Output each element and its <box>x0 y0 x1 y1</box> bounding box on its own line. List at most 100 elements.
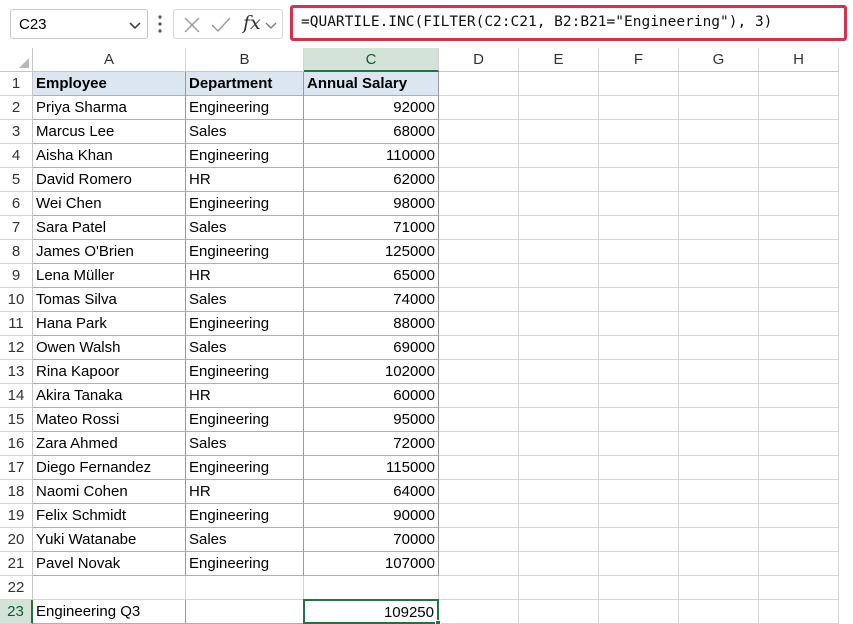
cell-c2[interactable]: 92000 <box>304 96 439 120</box>
row-header-10[interactable]: 10 <box>0 288 33 312</box>
cell-g14[interactable] <box>679 384 759 408</box>
cell-c18[interactable]: 64000 <box>304 480 439 504</box>
cell-b19[interactable]: Engineering <box>186 504 304 528</box>
row-header-4[interactable]: 4 <box>0 144 33 168</box>
cell-a4[interactable]: Aisha Khan <box>33 144 186 168</box>
cell-g17[interactable] <box>679 456 759 480</box>
cell-e11[interactable] <box>519 312 599 336</box>
cell-b5[interactable]: HR <box>186 168 304 192</box>
row-header-2[interactable]: 2 <box>0 96 33 120</box>
cell-f19[interactable] <box>599 504 679 528</box>
row-header-22[interactable]: 22 <box>0 576 33 600</box>
cell-g19[interactable] <box>679 504 759 528</box>
column-header-e[interactable]: E <box>519 48 599 72</box>
cell-h20[interactable] <box>759 528 839 552</box>
cell-b12[interactable]: Sales <box>186 336 304 360</box>
cell-a15[interactable]: Mateo Rossi <box>33 408 186 432</box>
check-icon[interactable] <box>210 15 232 35</box>
cell-a3[interactable]: Marcus Lee <box>33 120 186 144</box>
cell-f7[interactable] <box>599 216 679 240</box>
cell-c4[interactable]: 110000 <box>304 144 439 168</box>
cell-c9[interactable]: 65000 <box>304 264 439 288</box>
cell-b18[interactable]: HR <box>186 480 304 504</box>
cell-d12[interactable] <box>439 336 519 360</box>
cell-g13[interactable] <box>679 360 759 384</box>
fill-handle[interactable] <box>435 620 441 624</box>
cell-b7[interactable]: Sales <box>186 216 304 240</box>
cell-e20[interactable] <box>519 528 599 552</box>
cell-a19[interactable]: Felix Schmidt <box>33 504 186 528</box>
cell-a13[interactable]: Rina Kapoor <box>33 360 186 384</box>
cell-f23[interactable] <box>599 600 679 624</box>
row-header-16[interactable]: 16 <box>0 432 33 456</box>
cell-g11[interactable] <box>679 312 759 336</box>
cell-e21[interactable] <box>519 552 599 576</box>
cell-e14[interactable] <box>519 384 599 408</box>
cell-b22[interactable] <box>186 576 304 600</box>
cell-e19[interactable] <box>519 504 599 528</box>
formula-input[interactable]: =QUARTILE.INC(FILTER(C2:C21, B2:B21="Eng… <box>290 5 847 41</box>
cell-b17[interactable]: Engineering <box>186 456 304 480</box>
row-header-3[interactable]: 3 <box>0 120 33 144</box>
cell-d13[interactable] <box>439 360 519 384</box>
insert-function-icon[interactable]: fx <box>243 12 261 34</box>
row-header-17[interactable]: 17 <box>0 456 33 480</box>
row-header-19[interactable]: 19 <box>0 504 33 528</box>
cell-a18[interactable]: Naomi Cohen <box>33 480 186 504</box>
cell-a12[interactable]: Owen Walsh <box>33 336 186 360</box>
chevron-down-icon[interactable] <box>127 17 143 33</box>
cell-a8[interactable]: James O'Brien <box>33 240 186 264</box>
cell-h1[interactable] <box>759 72 839 96</box>
cell-a14[interactable]: Akira Tanaka <box>33 384 186 408</box>
cell-d5[interactable] <box>439 168 519 192</box>
cell-d19[interactable] <box>439 504 519 528</box>
cell-d3[interactable] <box>439 120 519 144</box>
cell-c19[interactable]: 90000 <box>304 504 439 528</box>
row-header-21[interactable]: 21 <box>0 552 33 576</box>
row-header-23[interactable]: 23 <box>0 600 33 624</box>
chevron-down-icon[interactable] <box>264 15 278 35</box>
column-header-f[interactable]: F <box>599 48 679 72</box>
cell-f5[interactable] <box>599 168 679 192</box>
cell-h16[interactable] <box>759 432 839 456</box>
cell-e2[interactable] <box>519 96 599 120</box>
cell-d23[interactable] <box>439 600 519 624</box>
cell-d10[interactable] <box>439 288 519 312</box>
row-header-13[interactable]: 13 <box>0 360 33 384</box>
cell-e23[interactable] <box>519 600 599 624</box>
cell-h18[interactable] <box>759 480 839 504</box>
cell-c12[interactable]: 69000 <box>304 336 439 360</box>
cell-g18[interactable] <box>679 480 759 504</box>
cell-g20[interactable] <box>679 528 759 552</box>
cell-d4[interactable] <box>439 144 519 168</box>
cell-e5[interactable] <box>519 168 599 192</box>
cell-g7[interactable] <box>679 216 759 240</box>
row-header-6[interactable]: 6 <box>0 192 33 216</box>
cell-e10[interactable] <box>519 288 599 312</box>
column-header-g[interactable]: G <box>679 48 759 72</box>
cell-a2[interactable]: Priya Sharma <box>33 96 186 120</box>
cell-e4[interactable] <box>519 144 599 168</box>
cell-g10[interactable] <box>679 288 759 312</box>
column-header-c[interactable]: C <box>304 48 439 72</box>
row-header-20[interactable]: 20 <box>0 528 33 552</box>
cell-e1[interactable] <box>519 72 599 96</box>
cell-g4[interactable] <box>679 144 759 168</box>
cell-h6[interactable] <box>759 192 839 216</box>
cell-f22[interactable] <box>599 576 679 600</box>
cell-g5[interactable] <box>679 168 759 192</box>
cell-b4[interactable]: Engineering <box>186 144 304 168</box>
cell-e18[interactable] <box>519 480 599 504</box>
cell-c1[interactable]: Annual Salary <box>304 72 439 96</box>
cell-f8[interactable] <box>599 240 679 264</box>
cell-f10[interactable] <box>599 288 679 312</box>
cell-f1[interactable] <box>599 72 679 96</box>
cell-e9[interactable] <box>519 264 599 288</box>
cell-g9[interactable] <box>679 264 759 288</box>
cell-b16[interactable]: Sales <box>186 432 304 456</box>
cell-g21[interactable] <box>679 552 759 576</box>
cell-e6[interactable] <box>519 192 599 216</box>
cell-b21[interactable]: Engineering <box>186 552 304 576</box>
cell-b14[interactable]: HR <box>186 384 304 408</box>
cell-d7[interactable] <box>439 216 519 240</box>
